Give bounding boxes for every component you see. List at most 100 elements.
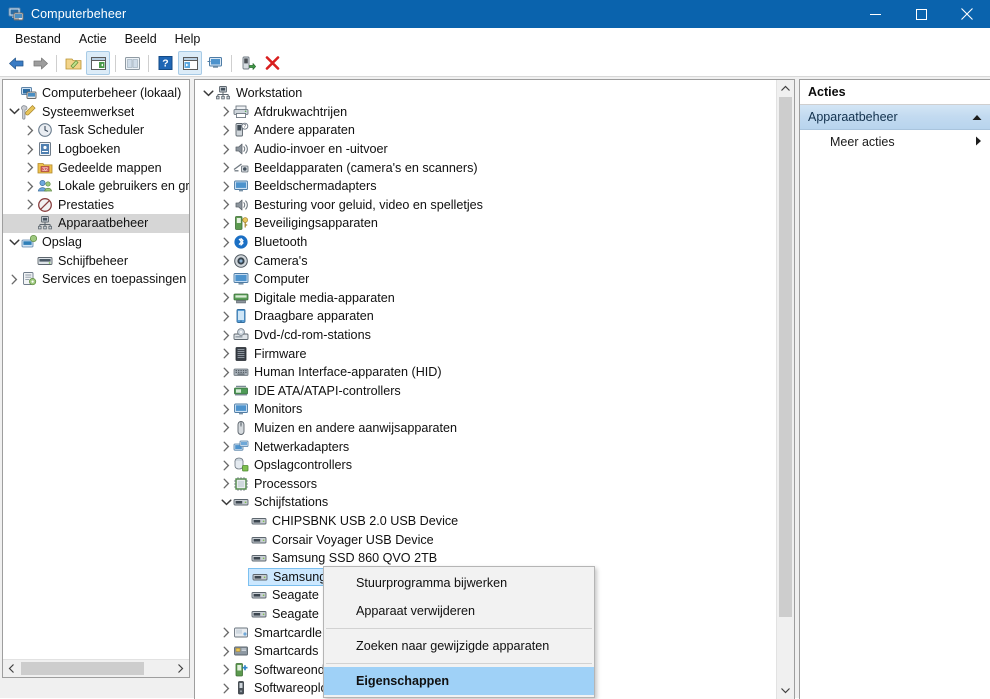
tree-item[interactable]: IDE ATA/ATAPI-controllers: [195, 382, 776, 401]
tree-item[interactable]: Services en toepassingen: [3, 270, 189, 289]
chevron-right-icon[interactable]: [220, 403, 233, 416]
maximize-button[interactable]: [898, 0, 944, 28]
chevron-right-icon[interactable]: [220, 421, 233, 434]
tree-item[interactable]: Dvd-/cd-rom-stations: [195, 326, 776, 345]
context-menu-item[interactable]: Zoeken naar gewijzigde apparaten: [324, 632, 594, 660]
tree-item[interactable]: Logboeken: [3, 140, 189, 159]
chevron-right-icon[interactable]: [220, 291, 233, 304]
tree-item[interactable]: Processors: [195, 474, 776, 493]
hscroll-left-arrow[interactable]: [3, 660, 20, 677]
console-tree-hscrollbar[interactable]: [3, 659, 189, 677]
tree-item[interactable]: Prestaties: [3, 196, 189, 215]
tree-item[interactable]: Afdrukwachtrijen: [195, 103, 776, 122]
chevron-right-icon[interactable]: [220, 236, 233, 249]
chevron-right-icon[interactable]: [975, 135, 982, 149]
chevron-right-icon[interactable]: [220, 161, 233, 174]
tree-item[interactable]: Samsung SSD 860 QVO 2TB: [195, 549, 776, 568]
chevron-right-icon[interactable]: [8, 273, 21, 286]
tree-item[interactable]: Bluetooth: [195, 233, 776, 252]
tree-item[interactable]: Netwerkadapters: [195, 437, 776, 456]
actions-row-meer-acties[interactable]: Meer acties: [800, 130, 990, 154]
tree-item[interactable]: Audio-invoer en -uitvoer: [195, 140, 776, 159]
chevron-right-icon[interactable]: [220, 310, 233, 323]
tree-item[interactable]: Opslagcontrollers: [195, 456, 776, 475]
chevron-right-icon[interactable]: [220, 124, 233, 137]
chevron-right-icon[interactable]: [220, 198, 233, 211]
vscroll-down-arrow[interactable]: [777, 682, 794, 699]
device-tree-vscrollbar[interactable]: [776, 80, 794, 699]
tree-item[interactable]: Computerbeheer (lokaal): [3, 84, 189, 103]
chevron-right-icon[interactable]: [220, 682, 233, 695]
hscroll-right-arrow[interactable]: [172, 660, 189, 677]
chevron-right-icon[interactable]: [24, 124, 37, 137]
context-menu-item[interactable]: Eigenschappen: [324, 667, 594, 695]
chevron-right-icon[interactable]: [220, 440, 233, 453]
tree-item[interactable]: Monitors: [195, 400, 776, 419]
chevron-right-icon[interactable]: [220, 366, 233, 379]
export-list-icon[interactable]: [121, 52, 143, 74]
chevron-right-icon[interactable]: [24, 198, 37, 211]
scan-hardware-changes-icon[interactable]: [237, 52, 259, 74]
chevron-right-icon[interactable]: [220, 347, 233, 360]
minimize-button[interactable]: [852, 0, 898, 28]
tree-item[interactable]: Computer: [195, 270, 776, 289]
tree-item[interactable]: Opslag: [3, 233, 189, 252]
chevron-down-icon[interactable]: [202, 87, 215, 100]
tree-item[interactable]: Draagbare apparaten: [195, 307, 776, 326]
chevron-up-icon[interactable]: [972, 110, 982, 124]
uninstall-device-icon[interactable]: [261, 52, 283, 74]
tree-item[interactable]: Firmware: [195, 344, 776, 363]
tree-item[interactable]: Schijfstations: [195, 493, 776, 512]
chevron-right-icon[interactable]: [220, 217, 233, 230]
show-hide-console-tree-icon[interactable]: [62, 52, 84, 74]
chevron-right-icon[interactable]: [220, 384, 233, 397]
tree-item[interactable]: Muizen en andere aanwijsapparaten: [195, 419, 776, 438]
actions-section-header[interactable]: Apparaatbeheer: [800, 105, 990, 130]
chevron-down-icon[interactable]: [8, 236, 21, 249]
back-arrow-icon[interactable]: [5, 52, 27, 74]
hscroll-thumb[interactable]: [21, 662, 144, 675]
context-menu-item[interactable]: Apparaat verwijderen: [324, 597, 594, 625]
close-button[interactable]: [944, 0, 990, 28]
tree-item[interactable]: Beeldschermadapters: [195, 177, 776, 196]
tree-item[interactable]: Lokale gebruikers en gr: [3, 177, 189, 196]
vscroll-up-arrow[interactable]: [777, 80, 794, 97]
chevron-right-icon[interactable]: [220, 645, 233, 658]
chevron-right-icon[interactable]: [24, 161, 37, 174]
chevron-right-icon[interactable]: [220, 273, 233, 286]
tree-item[interactable]: Task Scheduler: [3, 121, 189, 140]
menu-help[interactable]: Help: [166, 30, 210, 48]
chevron-right-icon[interactable]: [24, 180, 37, 193]
properties-window-icon[interactable]: [86, 51, 110, 75]
tree-item[interactable]: 32 Gedeelde mappen: [3, 158, 189, 177]
show-action-pane-icon[interactable]: [178, 51, 202, 75]
context-menu-item[interactable]: Stuurprogramma bijwerken: [324, 569, 594, 597]
tree-item[interactable]: Corsair Voyager USB Device: [195, 530, 776, 549]
chevron-right-icon[interactable]: [220, 180, 233, 193]
chevron-right-icon[interactable]: [220, 329, 233, 342]
chevron-right-icon[interactable]: [24, 143, 37, 156]
tree-item[interactable]: ? Andere apparaten: [195, 121, 776, 140]
menu-actie[interactable]: Actie: [70, 30, 116, 48]
display-icon[interactable]: [204, 52, 226, 74]
help-icon[interactable]: ?: [154, 52, 176, 74]
chevron-right-icon[interactable]: [220, 459, 233, 472]
chevron-right-icon[interactable]: [220, 663, 233, 676]
tree-item[interactable]: CHIPSBNK USB 2.0 USB Device: [195, 512, 776, 531]
tree-item[interactable]: Workstation: [195, 84, 776, 103]
chevron-down-icon[interactable]: [8, 105, 21, 118]
tree-item[interactable]: Systeemwerkset: [3, 103, 189, 122]
chevron-right-icon[interactable]: [220, 143, 233, 156]
vscroll-track[interactable]: [777, 97, 794, 682]
tree-item[interactable]: Human Interface-apparaten (HID): [195, 363, 776, 382]
tree-item[interactable]: Beeldapparaten (camera's en scanners): [195, 158, 776, 177]
chevron-right-icon[interactable]: [220, 105, 233, 118]
vscroll-thumb[interactable]: [779, 97, 792, 617]
tree-item[interactable]: Schijfbeheer: [3, 251, 189, 270]
device-context-menu[interactable]: Stuurprogramma bijwerken Apparaat verwijd…: [323, 566, 595, 698]
chevron-down-icon[interactable]: [220, 496, 233, 509]
chevron-right-icon[interactable]: [220, 477, 233, 490]
chevron-right-icon[interactable]: [220, 626, 233, 639]
chevron-right-icon[interactable]: [220, 254, 233, 267]
forward-arrow-icon[interactable]: [29, 52, 51, 74]
